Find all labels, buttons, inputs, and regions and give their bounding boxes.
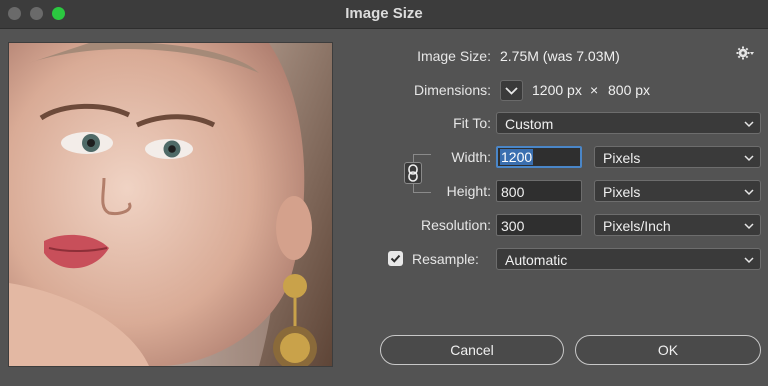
height-unit-select[interactable]: Pixels — [594, 180, 761, 202]
chevron-down-icon — [505, 87, 518, 95]
resolution-input[interactable]: 300 — [496, 214, 582, 236]
resample-checkbox[interactable] — [388, 251, 403, 266]
width-value: 1200 — [500, 149, 534, 165]
resample-value: Automatic — [505, 252, 568, 268]
resolution-value: 300 — [501, 218, 525, 234]
resolution-label: Resolution: — [420, 217, 491, 233]
resample-label: Resample: — [412, 251, 479, 267]
height-input[interactable]: 800 — [496, 180, 582, 202]
fit-to-select[interactable]: Custom — [496, 112, 761, 134]
ok-button[interactable]: OK — [575, 335, 761, 365]
width-input[interactable]: 1200 — [496, 146, 582, 168]
image-size-value: 2.75M (was 7.03M) — [500, 48, 620, 64]
width-label: Width: — [451, 149, 491, 165]
gear-icon[interactable] — [736, 46, 754, 63]
title-bar: Image Size — [0, 0, 768, 29]
cancel-button[interactable]: Cancel — [380, 335, 564, 365]
chain-link-icon — [408, 164, 418, 182]
resolution-unit-select[interactable]: Pixels/Inch — [594, 214, 761, 236]
image-size-label: Image Size: — [417, 48, 491, 64]
height-label: Height: — [446, 183, 491, 199]
dimensions-width: 1200 px — [532, 82, 582, 98]
fit-to-label: Fit To: — [453, 115, 491, 131]
chevron-down-icon — [744, 155, 754, 162]
chevron-down-icon — [744, 257, 754, 264]
chevron-down-icon — [744, 223, 754, 230]
height-value: 800 — [501, 184, 525, 200]
chevron-down-icon — [744, 121, 754, 128]
resample-select[interactable]: Automatic — [496, 248, 761, 270]
dimensions-label: Dimensions: — [413, 82, 491, 98]
resolution-unit-value: Pixels/Inch — [603, 218, 671, 234]
image-preview[interactable] — [8, 42, 333, 367]
dimensions-height: 800 px — [608, 82, 651, 98]
fit-to-value: Custom — [505, 116, 554, 132]
checkmark-icon — [390, 254, 401, 263]
height-unit-value: Pixels — [603, 184, 641, 200]
width-unit-select[interactable]: Pixels — [594, 146, 761, 168]
portrait-photo — [9, 43, 332, 366]
chevron-down-icon — [744, 189, 754, 196]
constrain-proportions-button[interactable] — [404, 162, 422, 184]
window-title: Image Size — [345, 5, 423, 22]
width-unit-value: Pixels — [603, 150, 641, 166]
dimensions-times: × — [590, 82, 599, 98]
dimensions-toggle-button[interactable] — [500, 80, 523, 101]
